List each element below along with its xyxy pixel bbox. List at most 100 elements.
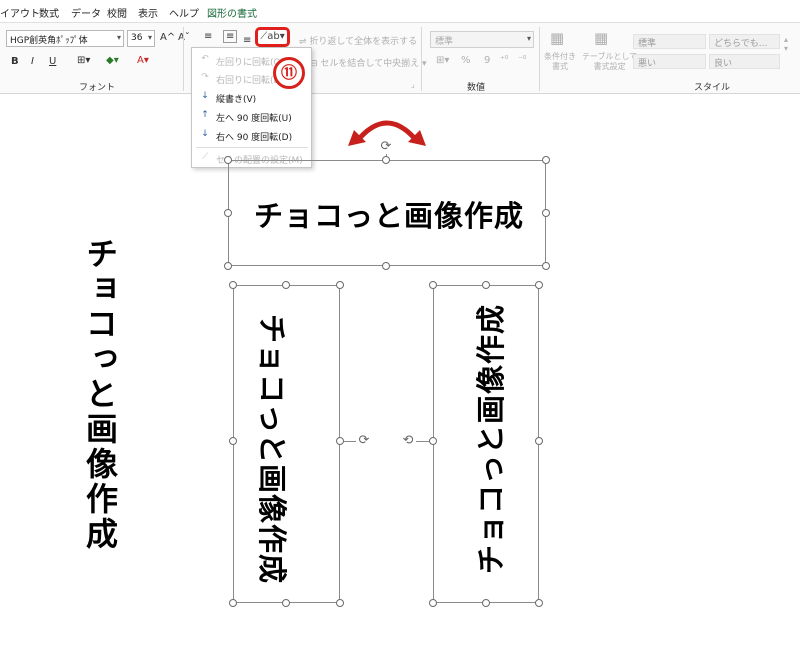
style-group-label: スタイル [694,83,731,93]
resize-handle[interactable] [282,599,290,607]
resize-handle[interactable] [336,437,344,445]
tab-formulas[interactable]: 数式 [39,5,59,20]
border-icon[interactable]: ⊞▾ [77,55,90,66]
underline-button[interactable]: U [49,56,56,67]
style-scroll-icon[interactable]: ▴ ▾ [784,35,788,53]
resize-handle[interactable] [229,281,237,289]
rotate-handle-icon[interactable]: ⟳ [379,140,393,154]
resize-handle[interactable] [336,599,344,607]
group-divider [183,27,184,91]
menu-item-label: 左へ 90 度回転(U) [216,114,292,124]
font-group-label: フォント [79,83,116,93]
number-format-select[interactable]: 標準 ▾ [430,31,534,48]
number-group-label: 数値 [467,83,486,93]
ribbon-tabs: イアウト 数式 データ 校閲 表示 ヘルプ 図形の書式 [0,0,800,20]
tab-data[interactable]: データ [71,5,101,20]
resize-handle[interactable] [382,156,390,164]
wrap-text-label: 折り返して全体を表示する [309,37,418,47]
resize-handle[interactable] [535,281,543,289]
font-name-select[interactable]: HGP創英角ﾎﾟｯﾌﾟ体 ▾ [6,30,124,47]
alignment-dialog-launcher-icon[interactable]: ⌟ [411,80,415,89]
style-bad[interactable]: 悪い [633,54,706,69]
menu-item-label: 右へ 90 度回転(D) [216,133,293,143]
resize-handle[interactable] [542,209,550,217]
orientation-icon: ⟋ab▾ [260,31,285,42]
resize-handle[interactable] [535,437,543,445]
menu-item-vertical-text[interactable]: ↓ 縦書き(V) [192,88,311,108]
resize-handle[interactable] [224,156,232,164]
chevron-down-icon: ▾ [526,34,531,43]
conditional-format-label[interactable]: 条件付き 書式 [544,52,576,72]
vertical-text: チョコっと画像作成 [81,237,119,552]
resize-handle[interactable] [482,599,490,607]
decrease-decimal-icon[interactable]: ⁻⁰ [518,55,526,65]
resize-handle[interactable] [382,262,390,270]
menu-item-rotate-up[interactable]: ↑ 左へ 90 度回転(U) [192,107,311,127]
cell-alignment-icon: ⟋ [201,152,209,162]
merge-center-button[interactable]: ⊟ セルを結合して中央揃え ▾ [310,56,427,69]
vertical-text-icon: ↓ [201,91,209,101]
bold-button[interactable]: B [11,56,19,67]
tab-review[interactable]: 校閲 [107,5,127,20]
percent-button[interactable]: % [461,55,471,66]
font-size-value: 36 [131,33,143,43]
style-normal[interactable]: 標準 [633,34,706,49]
resize-handle[interactable] [229,437,237,445]
increase-decimal-icon[interactable]: ⁺⁰ [500,55,508,65]
merge-center-label: セルを結合して中央揃え [320,59,420,69]
currency-icon[interactable]: ⊞▾ [436,55,449,66]
tab-page-layout[interactable]: イアウト [0,5,40,20]
grow-font-button[interactable]: A^ [160,32,175,43]
resize-handle[interactable] [542,262,550,270]
resize-handle[interactable] [282,281,290,289]
align-middle-icon[interactable]: ≡ [223,30,238,43]
orientation-button[interactable]: ⟋ab▾ [255,27,290,47]
conditional-format-icon[interactable]: ▦ [550,29,564,47]
fill-color-icon[interactable]: ◆▾ [106,55,119,66]
table-format-icon[interactable]: ▦ [594,29,608,47]
horizontal-text: チョコっと画像作成 [254,199,525,233]
style-good[interactable]: 良い [709,54,780,69]
resize-handle[interactable] [429,437,437,445]
group-divider [539,27,540,91]
italic-button[interactable]: I [31,56,34,67]
align-top-icon[interactable]: ≡ [204,31,212,42]
tab-help[interactable]: ヘルプ [169,5,199,20]
wrap-text-button[interactable]: ⇌ 折り返して全体を表示する [299,34,417,47]
menu-item-rotate-down[interactable]: ↓ 右へ 90 度回転(D) [192,126,311,146]
style-neutral[interactable]: どちらでも... [709,34,780,49]
step-badge: ⑪ [273,57,305,89]
font-color-icon[interactable]: A▾ [137,55,149,66]
resize-handle[interactable] [336,281,344,289]
rotate-handle-icon[interactable]: ⟲ [401,434,415,448]
resize-handle[interactable] [542,156,550,164]
align-bottom-icon[interactable]: ≡ [243,35,251,46]
resize-handle[interactable] [229,599,237,607]
format-as-table-label[interactable]: テーブルとして 書式設定 [582,52,637,72]
chevron-down-icon: ▾ [147,33,152,42]
chevron-down-icon: ▾ [116,33,121,42]
rotate-handle-icon[interactable]: ⟳ [357,434,371,448]
font-size-select[interactable]: 36 ▾ [127,30,155,47]
excel-window: イアウト 数式 データ 校閲 表示 ヘルプ 図形の書式 HGP創英角ﾎﾟｯﾌﾟ体… [0,0,800,653]
menu-divider [196,147,308,148]
tab-shape-format[interactable]: 図形の書式 [207,5,257,20]
rotated-ccw-text: チョコっと画像作成 [474,303,508,574]
rotate-cw-icon: ↷ [201,72,209,82]
rotated-cw-text: チョコっと画像作成 [255,314,289,585]
rotate-up-icon: ↑ [201,110,209,120]
number-format-value: 標準 [435,37,454,47]
resize-handle[interactable] [482,281,490,289]
resize-handle[interactable] [224,209,232,217]
comma-button[interactable]: 9 [484,55,490,66]
menu-item-label: 縦書き(V) [216,95,257,105]
tab-view[interactable]: 表示 [138,5,158,20]
resize-handle[interactable] [535,599,543,607]
group-divider [421,27,422,91]
resize-handle[interactable] [429,281,437,289]
rotate-down-icon: ↓ [201,129,209,139]
resize-handle[interactable] [429,599,437,607]
rotate-ccw-icon: ↶ [201,54,209,64]
font-name-value: HGP創英角ﾎﾟｯﾌﾟ体 [10,36,88,46]
resize-handle[interactable] [224,262,232,270]
